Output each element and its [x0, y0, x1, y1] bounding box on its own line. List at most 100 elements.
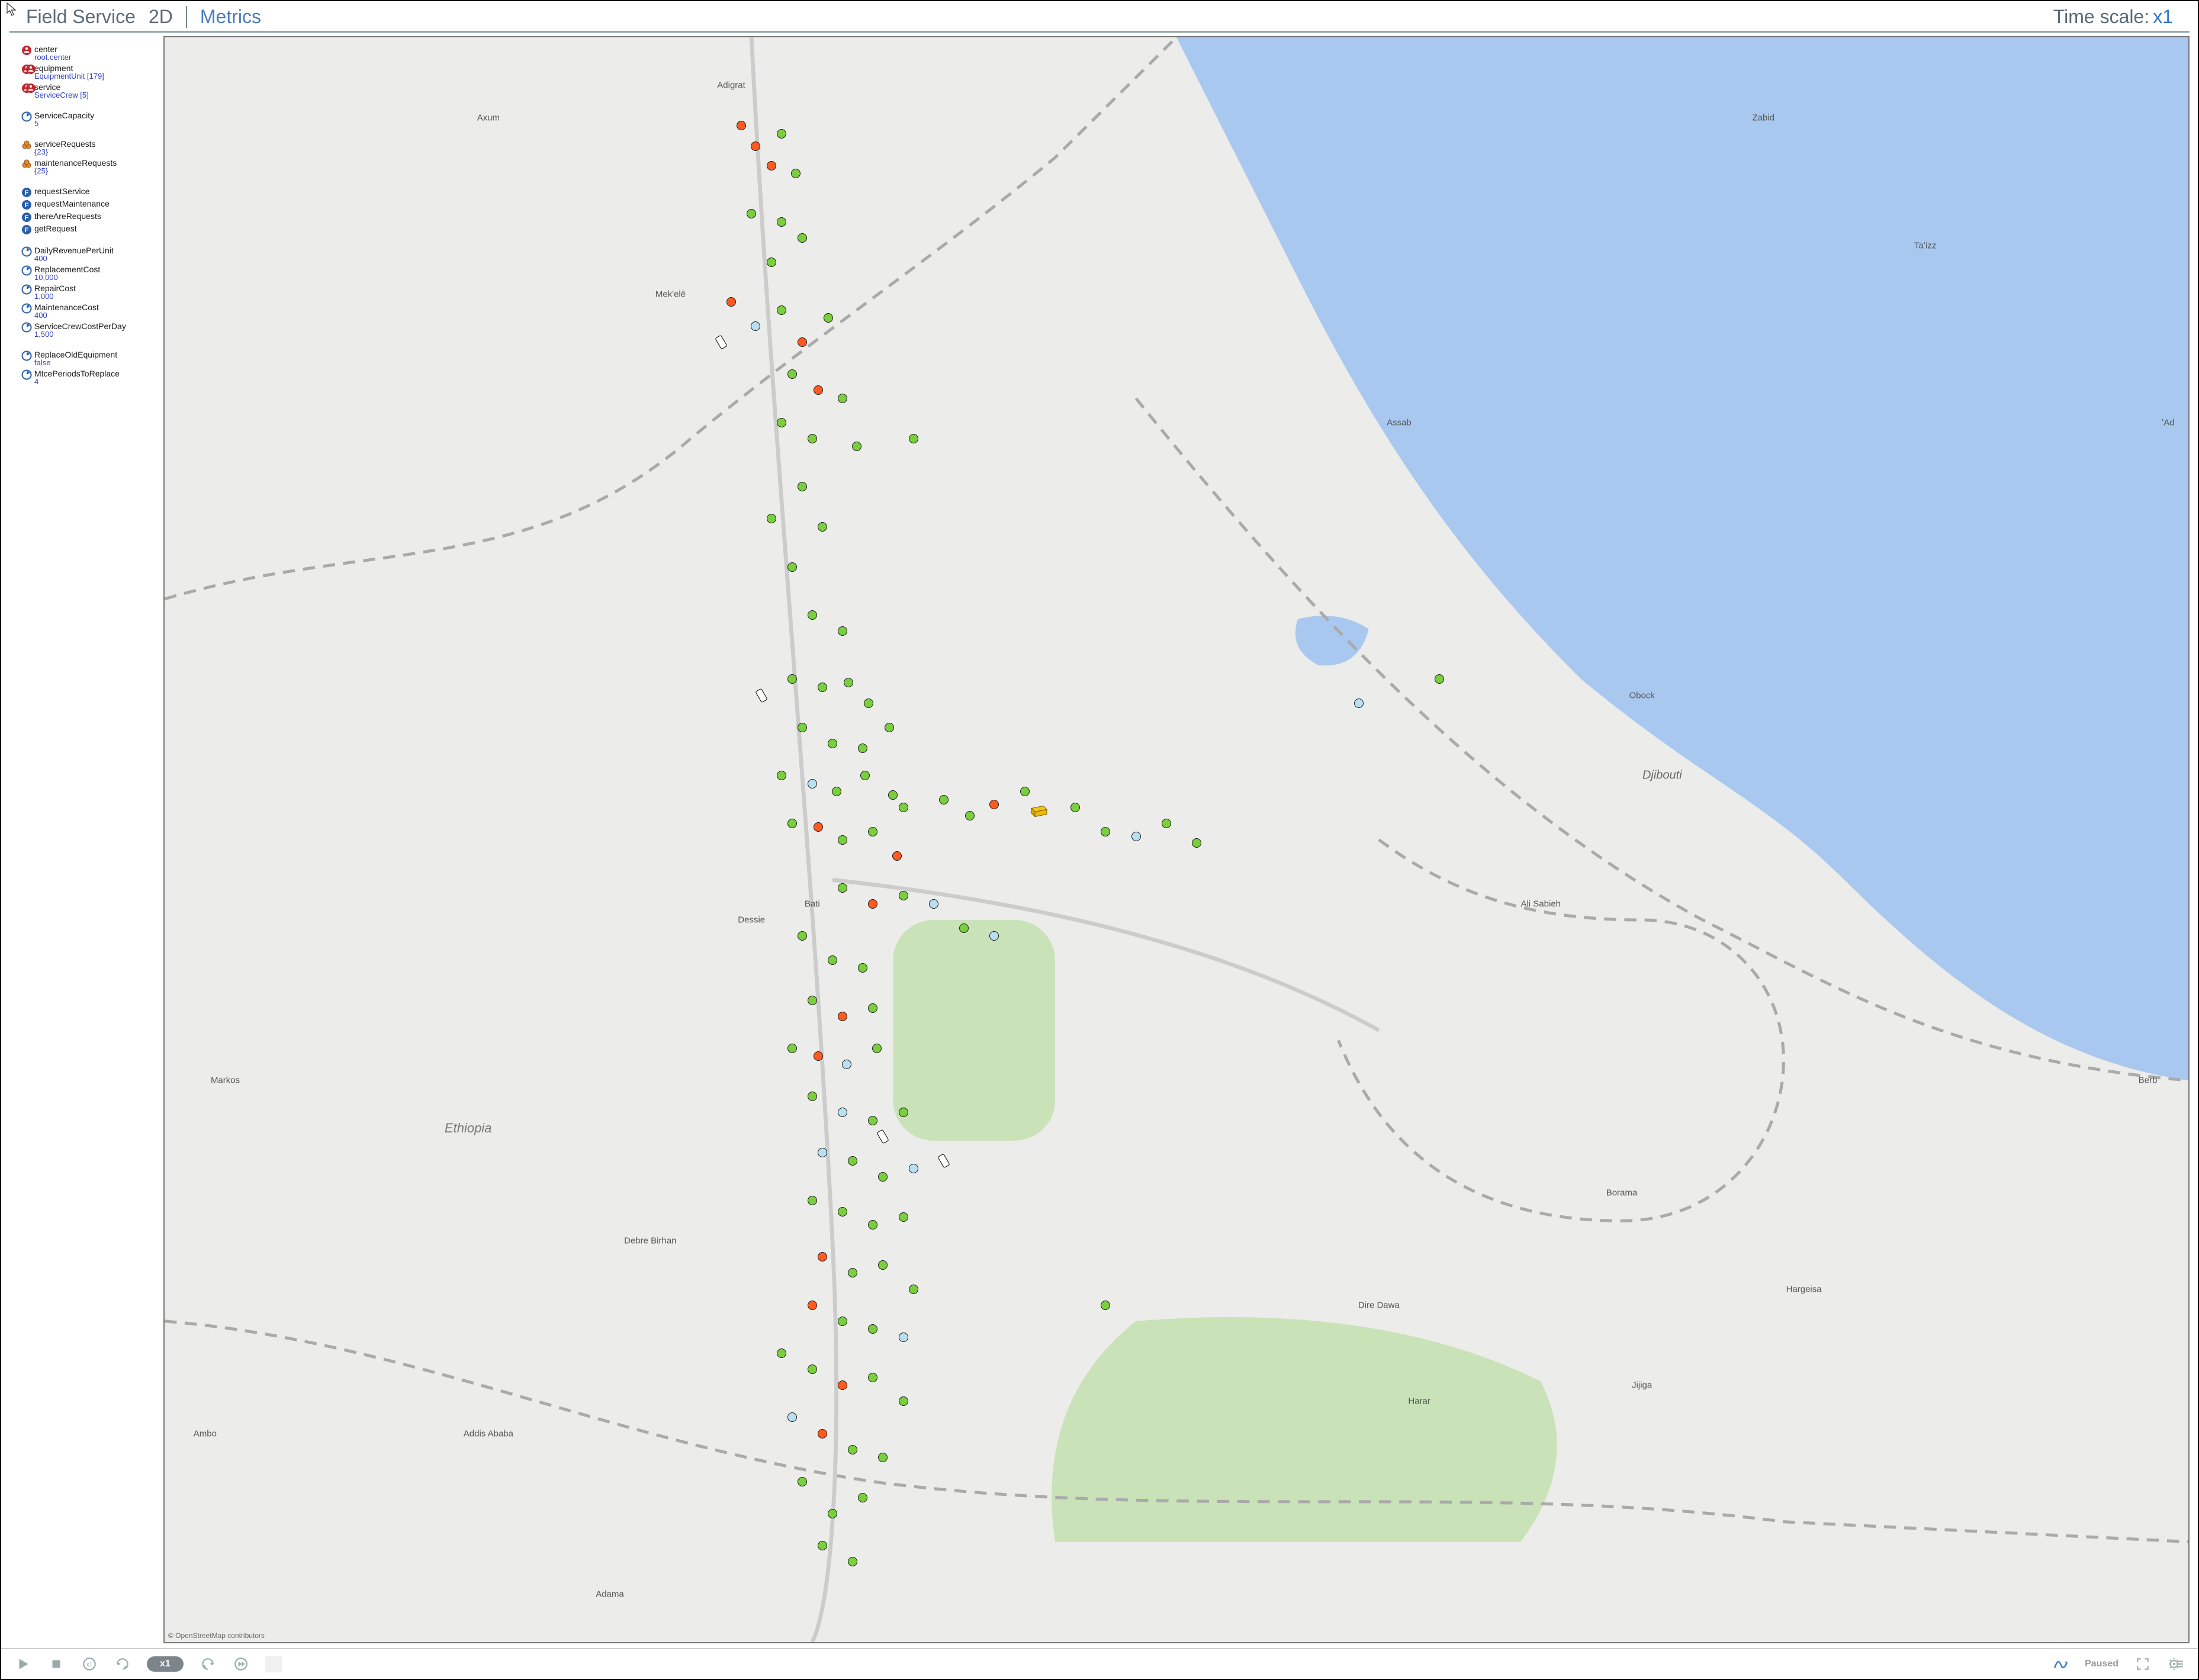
equipment-marker[interactable] — [814, 1051, 823, 1061]
equipment-marker[interactable] — [909, 1164, 918, 1173]
equipment-marker[interactable] — [787, 1412, 797, 1422]
equipment-marker[interactable] — [838, 394, 847, 403]
equipment-marker[interactable] — [1354, 699, 1364, 708]
play-button[interactable] — [14, 1655, 32, 1673]
equipment-marker[interactable] — [885, 723, 894, 732]
equipment-marker[interactable] — [1020, 787, 1030, 796]
equipment-marker[interactable] — [787, 819, 797, 828]
equipment-marker[interactable] — [777, 217, 786, 227]
equipment-marker[interactable] — [818, 522, 827, 532]
equipment-marker[interactable] — [787, 674, 797, 684]
equipment-marker[interactable] — [808, 1364, 817, 1374]
equipment-marker[interactable] — [791, 169, 800, 178]
equipment-marker[interactable] — [737, 121, 746, 130]
equipment-marker[interactable] — [832, 787, 841, 796]
agent-entry[interactable]: centerroot.center — [21, 44, 161, 62]
equipment-marker[interactable] — [808, 1092, 817, 1101]
equipment-marker[interactable] — [818, 1252, 827, 1261]
equipment-marker[interactable] — [814, 385, 823, 395]
map-viewport[interactable]: AdigratAxumZabidMek'elēTaʻizzʻAdAssabObo… — [163, 36, 2190, 1643]
equipment-marker[interactable] — [929, 899, 938, 909]
equipment-marker[interactable] — [899, 891, 908, 900]
equipment-marker[interactable] — [899, 1333, 908, 1342]
equipment-marker[interactable] — [848, 1268, 857, 1277]
equipment-marker[interactable] — [868, 827, 877, 836]
parameter-entry[interactable]: MaintenanceCost400 — [21, 302, 161, 320]
equipment-marker[interactable] — [777, 1348, 786, 1358]
timescale-value[interactable]: x1 — [2153, 6, 2173, 28]
stop-button[interactable] — [47, 1655, 65, 1673]
equipment-marker[interactable] — [808, 779, 817, 788]
speed-indicator[interactable]: x1 — [147, 1656, 184, 1672]
parameter-entry[interactable]: DailyRevenuePerUnit400 — [21, 246, 161, 263]
equipment-marker[interactable] — [878, 1172, 888, 1182]
equipment-marker[interactable] — [842, 1060, 851, 1069]
function-entry[interactable]: FrequestMaintenance — [21, 199, 161, 210]
equipment-marker[interactable] — [899, 1108, 908, 1117]
equipment-marker[interactable] — [864, 699, 873, 708]
equipment-marker[interactable] — [787, 1044, 797, 1053]
collection-entry[interactable]: maintenanceRequests{25} — [21, 158, 161, 176]
equipment-marker[interactable] — [767, 514, 776, 523]
equipment-marker[interactable] — [798, 337, 807, 347]
equipment-marker[interactable] — [899, 1396, 908, 1406]
equipment-marker[interactable] — [798, 723, 807, 732]
parameter-entry[interactable]: RepairCost1,000 — [21, 284, 161, 301]
equipment-marker[interactable] — [1435, 674, 1444, 684]
equipment-marker[interactable] — [798, 931, 807, 941]
equipment-marker[interactable] — [939, 795, 949, 804]
time-slider-handle[interactable] — [265, 1656, 282, 1672]
equipment-marker[interactable] — [1101, 1301, 1110, 1310]
equipment-marker[interactable] — [868, 1003, 877, 1013]
speed-reset-button[interactable]: x1 — [81, 1655, 98, 1673]
equipment-marker[interactable] — [787, 369, 797, 379]
equipment-marker[interactable] — [838, 1317, 847, 1326]
function-entry[interactable]: FgetRequest — [21, 224, 161, 235]
equipment-marker[interactable] — [818, 1429, 827, 1438]
equipment-marker[interactable] — [838, 835, 847, 845]
equipment-marker[interactable] — [1192, 838, 1201, 848]
fullscreen-button[interactable] — [2134, 1655, 2152, 1673]
equipment-marker[interactable] — [838, 883, 847, 893]
equipment-marker[interactable] — [848, 1445, 857, 1454]
equipment-marker[interactable] — [838, 1012, 847, 1021]
equipment-marker[interactable] — [787, 562, 797, 572]
equipment-marker[interactable] — [1101, 827, 1110, 836]
slowdown-button[interactable] — [114, 1655, 131, 1673]
equipment-marker[interactable] — [860, 771, 870, 780]
parameter-entry[interactable]: ReplacementCost10,000 — [21, 265, 161, 282]
equipment-marker[interactable] — [818, 1541, 827, 1550]
equipment-marker[interactable] — [798, 1477, 807, 1486]
equipment-marker[interactable] — [888, 790, 898, 800]
equipment-marker[interactable] — [848, 1557, 857, 1566]
equipment-marker[interactable] — [858, 963, 867, 973]
equipment-marker[interactable] — [747, 209, 756, 218]
parameter-entry[interactable]: ReplaceOldEquipmentfalse — [21, 350, 161, 368]
fast-forward-button[interactable] — [232, 1655, 250, 1673]
equipment-marker[interactable] — [767, 161, 776, 170]
equipment-marker[interactable] — [848, 1156, 857, 1166]
equipment-marker[interactable] — [798, 482, 807, 491]
equipment-marker[interactable] — [777, 129, 786, 139]
parameter-entry[interactable]: ServiceCapacity5 — [21, 111, 161, 128]
equipment-marker[interactable] — [852, 442, 861, 451]
equipment-marker[interactable] — [828, 955, 837, 965]
equipment-marker[interactable] — [899, 803, 908, 812]
equipment-marker[interactable] — [878, 1453, 888, 1462]
agent-entry[interactable]: serviceServiceCrew [5] — [21, 82, 161, 100]
equipment-marker[interactable] — [858, 744, 867, 753]
equipment-marker[interactable] — [798, 233, 807, 243]
equipment-marker[interactable] — [909, 434, 918, 443]
equipment-marker[interactable] — [777, 418, 786, 427]
equipment-marker[interactable] — [777, 305, 786, 315]
equipment-marker[interactable] — [1162, 819, 1171, 828]
equipment-marker[interactable] — [858, 1493, 867, 1502]
equipment-marker[interactable] — [1070, 803, 1080, 812]
equipment-marker[interactable] — [868, 1220, 877, 1230]
center-marker[interactable] — [1029, 804, 1049, 821]
equipment-marker[interactable] — [726, 297, 736, 307]
equipment-marker[interactable] — [828, 1509, 837, 1518]
function-entry[interactable]: FrequestService — [21, 186, 161, 198]
equipment-marker[interactable] — [767, 258, 776, 267]
equipment-marker[interactable] — [818, 1148, 827, 1157]
